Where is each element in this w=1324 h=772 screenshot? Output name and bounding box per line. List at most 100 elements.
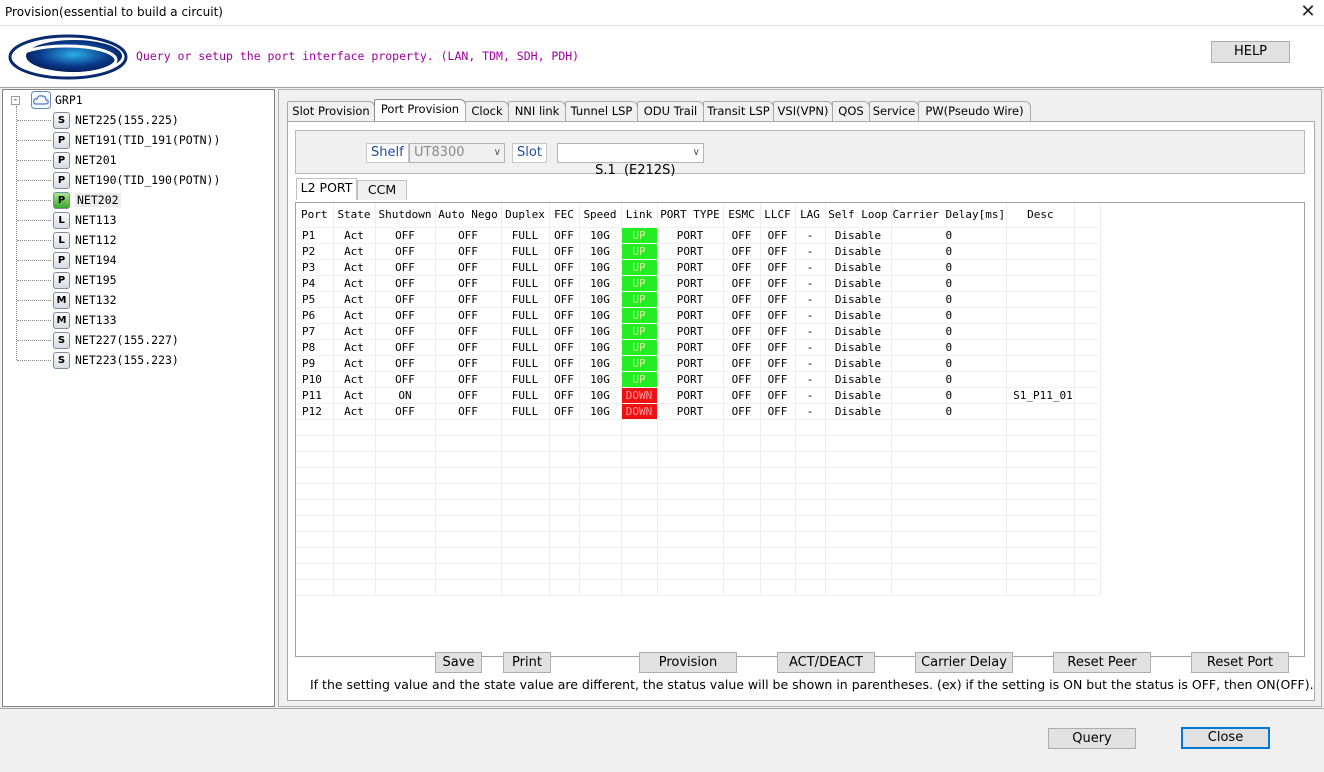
slot-select[interactable]: S.1 (E212S) ∨ xyxy=(557,143,704,178)
table-cell: OFF xyxy=(723,403,761,420)
table-row[interactable]: P7 Act OFF OFF FULL OFF 10G UP PORT OFF OFF - Disabl… xyxy=(296,323,1101,340)
port-provision-tab-content: Shelf UT8300 ∨ Slot S.1 (E212S) ∨ L2 PORT … xyxy=(287,121,1315,701)
slot-label: Slot xyxy=(512,143,547,163)
column-header[interactable]: ESMC xyxy=(723,203,761,228)
empty-cell xyxy=(375,563,436,580)
tab-nni-link[interactable]: NNI link xyxy=(508,101,566,121)
table-row[interactable]: P5 Act OFF OFF FULL OFF 10G UP PORT OFF OFF - Disabl… xyxy=(296,291,1101,308)
tab-vsi-vpn[interactable]: VSI(VPN) xyxy=(773,101,833,121)
link-status-badge: UP xyxy=(621,371,658,388)
column-header[interactable]: FEC xyxy=(549,203,580,228)
port-table[interactable]: Port State Shutdown Auto Nego Duplex FEC Speed… xyxy=(295,202,1305,657)
table-row[interactable]: P11 Act ON OFF FULL OFF 10G DOWN PORT OFF OFF - Disa… xyxy=(296,387,1101,404)
network-tree[interactable]: - GRP1 S NET225(155.225) P NET191(TID_191(P… xyxy=(2,89,275,707)
column-header[interactable]: Shutdown xyxy=(375,203,436,228)
tree-node-label: NET132 xyxy=(75,293,117,307)
subtab-ccm[interactable]: CCM xyxy=(357,180,407,200)
help-button[interactable]: HELP xyxy=(1211,41,1290,63)
column-header[interactable]: Speed xyxy=(579,203,622,228)
column-header[interactable]: Port xyxy=(296,203,334,228)
table-row[interactable]: P2 Act OFF OFF FULL OFF 10G UP PORT OFF OFF - Disabl… xyxy=(296,243,1101,260)
subtab-l2-port[interactable]: L2 PORT xyxy=(296,178,357,200)
empty-cell xyxy=(795,483,826,500)
empty-cell xyxy=(579,435,622,452)
tree-node-net195[interactable]: P NET195 xyxy=(53,271,263,290)
empty-cell xyxy=(435,483,502,500)
table-row[interactable]: P4 Act OFF OFF FULL OFF 10G UP PORT OFF OFF - Disabl… xyxy=(296,275,1101,292)
tab-pw-pseudo-wire[interactable]: PW(Pseudo Wire) xyxy=(918,101,1031,121)
table-row[interactable]: P9 Act OFF OFF FULL OFF 10G UP PORT OFF OFF - Disabl… xyxy=(296,355,1101,372)
column-header[interactable]: Duplex xyxy=(501,203,550,228)
empty-cell xyxy=(375,419,436,436)
tab-odu-trail[interactable]: ODU Trail xyxy=(637,101,704,121)
print-button[interactable]: Print xyxy=(503,652,551,673)
provision-panel: Slot Provision Port Provision Clock NNI lin… xyxy=(278,89,1322,707)
empty-cell xyxy=(435,435,502,452)
tab-port-provision[interactable]: Port Provision xyxy=(374,99,466,121)
tree-node-net227-155-227[interactable]: S NET227(155.227) xyxy=(53,331,263,350)
table-row[interactable]: P8 Act OFF OFF FULL OFF 10G UP PORT OFF OFF - Disabl… xyxy=(296,339,1101,356)
empty-cell xyxy=(579,483,622,500)
tab-tunnel-lsp[interactable]: Tunnel LSP xyxy=(565,101,638,121)
carrier-delay-button[interactable]: Carrier Delay xyxy=(915,652,1013,673)
tree-node-net191-tid-191-potn[interactable]: P NET191(TID_191(POTN)) xyxy=(53,131,263,150)
table-row[interactable]: P12 Act OFF OFF FULL OFF 10G DOWN PORT OFF OFF - Dis… xyxy=(296,403,1101,420)
column-header[interactable]: Carrier Delay[ms] xyxy=(891,203,1008,228)
empty-cell xyxy=(723,419,761,436)
tree-node-net113[interactable]: L NET113 xyxy=(53,211,263,230)
table-row[interactable]: P1 Act OFF OFF FULL OFF 10G UP PORT OFF OFF - Disabl… xyxy=(296,227,1101,244)
shelf-select[interactable]: UT8300 ∨ xyxy=(409,143,505,163)
table-cell: OFF xyxy=(760,227,796,244)
table-cell: OFF xyxy=(760,339,796,356)
empty-cell xyxy=(501,467,550,484)
table-cell: - xyxy=(795,403,826,420)
tab-qos[interactable]: QOS xyxy=(832,101,870,121)
provision-button[interactable]: Provision xyxy=(639,652,737,673)
reset-peer-button[interactable]: Reset Peer xyxy=(1053,652,1151,673)
reset-port-button[interactable]: Reset Port xyxy=(1191,652,1289,673)
empty-cell xyxy=(760,467,796,484)
act-deact-button[interactable]: ACT/DEACT xyxy=(777,652,875,673)
table-row[interactable]: P3 Act OFF OFF FULL OFF 10G UP PORT OFF OFF - Disabl… xyxy=(296,259,1101,276)
tree-node-net201[interactable]: P NET201 xyxy=(53,151,263,170)
column-header[interactable]: Self Loop xyxy=(825,203,892,228)
table-cell: OFF xyxy=(375,307,436,324)
close-button[interactable]: Close xyxy=(1181,727,1270,749)
query-button[interactable]: Query xyxy=(1048,728,1136,749)
empty-cell xyxy=(333,483,376,500)
tree-node-net194[interactable]: P NET194 xyxy=(53,251,263,270)
tree-node-net225-155-225[interactable]: S NET225(155.225) xyxy=(53,111,263,130)
empty-cell xyxy=(891,499,1008,516)
column-header[interactable]: PORT TYPE xyxy=(657,203,724,228)
table-cell: PORT xyxy=(657,403,724,420)
empty-cell xyxy=(1006,531,1075,548)
table-cell: - xyxy=(795,259,826,276)
tree-node-net132[interactable]: M NET132 xyxy=(53,291,263,310)
tree-node-net223-155-223[interactable]: S NET223(155.223) xyxy=(53,351,263,370)
collapse-icon[interactable]: - xyxy=(11,96,20,105)
save-button[interactable]: Save xyxy=(435,652,482,673)
tab-slot-provision[interactable]: Slot Provision xyxy=(287,101,375,121)
table-cell: OFF xyxy=(435,259,502,276)
column-header[interactable]: State xyxy=(333,203,376,228)
tree-node-net133[interactable]: M NET133 xyxy=(53,311,263,330)
tab-clock[interactable]: Clock xyxy=(465,101,509,121)
column-header[interactable]: Desc xyxy=(1006,203,1075,228)
table-row[interactable]: P10 Act OFF OFF FULL OFF 10G UP PORT OFF OFF - Disab… xyxy=(296,371,1101,388)
column-header[interactable]: Auto Nego xyxy=(435,203,502,228)
table-row[interactable]: P6 Act OFF OFF FULL OFF 10G UP PORT OFF OFF - Disabl… xyxy=(296,307,1101,324)
tab-service[interactable]: Service xyxy=(869,101,919,121)
table-cell: OFF xyxy=(723,227,761,244)
table-cell: - xyxy=(795,243,826,260)
column-header[interactable]: Link xyxy=(621,203,658,228)
tab-transit-lsp[interactable]: Transit LSP xyxy=(703,101,774,121)
table-cell: OFF xyxy=(723,355,761,372)
table-cell: FULL xyxy=(501,307,550,324)
tree-node-net190-tid-190-potn[interactable]: P NET190(TID_190(POTN)) xyxy=(53,171,263,190)
column-header[interactable]: LAG xyxy=(795,203,826,228)
column-header[interactable]: LLCF xyxy=(760,203,796,228)
table-cell: OFF xyxy=(375,339,436,356)
tree-node-net112[interactable]: L NET112 xyxy=(53,231,263,250)
tree-node-net202[interactable]: P NET202 xyxy=(53,191,263,210)
window-close-icon[interactable]: ✕ xyxy=(1292,0,1324,26)
